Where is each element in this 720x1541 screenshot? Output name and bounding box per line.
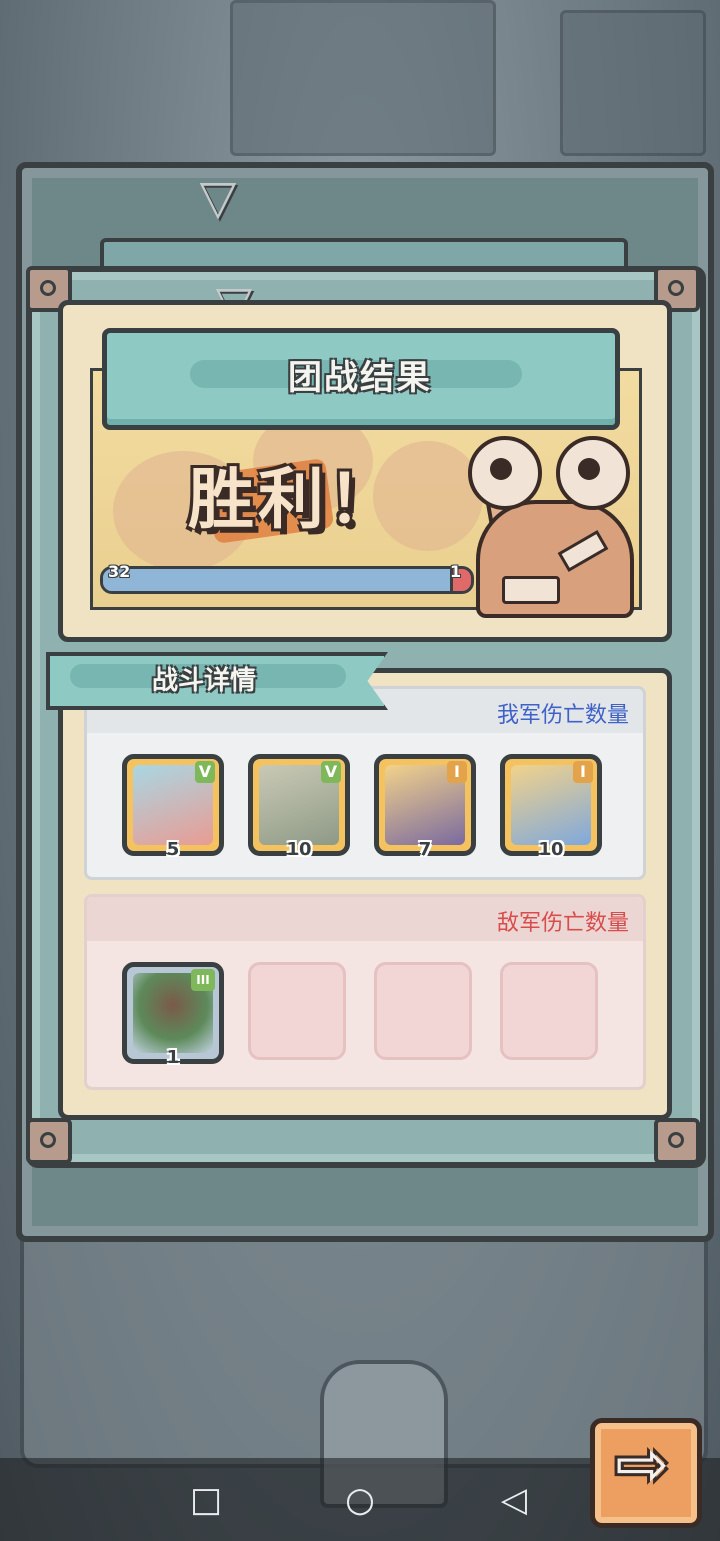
enemy-unit-slot[interactable]: III 1: [122, 962, 224, 1068]
progress-fill: [103, 569, 457, 591]
ally-unit-slot[interactable]: I 7: [374, 754, 476, 860]
ally-unit-slot[interactable]: V 5: [122, 754, 224, 860]
back-icon[interactable]: ◁: [494, 1480, 534, 1520]
empty-unit-slot: [248, 962, 346, 1060]
wall-pipe: [560, 10, 706, 156]
empty-unit-slot: [500, 962, 598, 1060]
recent-apps-icon[interactable]: □: [186, 1480, 226, 1520]
rank-badge: I: [573, 761, 593, 783]
unit-casualty-count: 5: [166, 839, 180, 860]
arrow-right-icon[interactable]: ⇨: [602, 1430, 682, 1500]
home-icon[interactable]: ○: [340, 1480, 380, 1520]
page-title: 团战结果: [288, 358, 432, 398]
unit-casualty-count: 7: [418, 839, 432, 860]
battle-detail-title: 战斗详情: [152, 666, 257, 696]
ally-unit-slot[interactable]: I 10: [500, 754, 602, 860]
unit-casualty-count: 10: [286, 839, 312, 860]
ally-unit-slot[interactable]: V 10: [248, 754, 350, 860]
unit-casualty-count: 1: [166, 1047, 180, 1068]
enemy-remaining-count: 1: [450, 562, 462, 581]
corner-bolt: [26, 1118, 72, 1164]
victory-label: 胜利！: [188, 461, 398, 538]
empty-unit-slot: [374, 962, 472, 1060]
ally-remaining-count: 32: [108, 562, 131, 581]
snail-mouth: [502, 576, 560, 604]
unit-casualty-count: 10: [538, 839, 564, 860]
corner-bolt: [654, 1118, 700, 1164]
snail-eye: [468, 436, 542, 510]
rank-badge: III: [191, 969, 215, 991]
battle-progress-bar: [100, 566, 470, 594]
rank-badge: I: [447, 761, 467, 783]
rank-badge: V: [321, 761, 341, 783]
snail-eye: [556, 436, 630, 510]
enemy-section-header: 敌军伤亡数量: [87, 897, 643, 941]
ally-casualties-label: 我军伤亡数量: [496, 703, 629, 728]
ceiling-hatch: [230, 0, 496, 156]
rank-badge: V: [195, 761, 215, 783]
enemy-casualties-label: 敌军伤亡数量: [496, 911, 629, 936]
rune-emblem-icon: ▽: [199, 170, 237, 226]
